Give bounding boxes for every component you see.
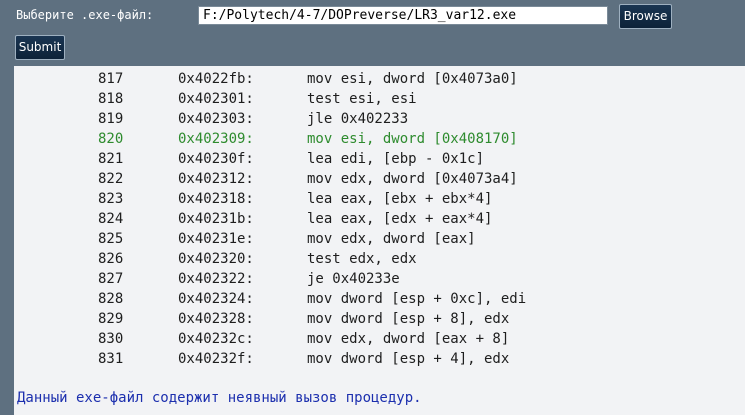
line-instruction: mov esi, dword [0x4073a0]: [307, 71, 518, 87]
code-line: 824 0x40231b: lea eax, [edx + eax*4]: [14, 209, 745, 229]
line-number: 822: [98, 171, 124, 187]
line-address: 0x40232c:: [178, 331, 254, 347]
line-address: 0x402301:: [178, 91, 254, 107]
code-line: 823 0x402318: lea eax, [ebx + ebx*4]: [14, 189, 745, 209]
line-number: 823: [98, 191, 124, 207]
line-instruction: mov edx, dword [0x4073a4]: [307, 171, 518, 187]
line-number: 830: [98, 331, 124, 347]
line-instruction: test esi, esi: [307, 91, 417, 107]
code-line: 825 0x40231e: mov edx, dword [eax]: [14, 229, 745, 249]
file-path-input[interactable]: [198, 6, 608, 25]
line-address: 0x402324:: [178, 291, 254, 307]
line-instruction: mov dword [esp + 8], edx: [307, 311, 510, 327]
line-address: 0x4022fb:: [178, 71, 254, 87]
code-line: 828 0x402324: mov dword [esp + 0xc], edi: [14, 289, 745, 309]
line-instruction: test edx, edx: [307, 251, 417, 267]
line-number: 820: [98, 131, 124, 147]
code-line: 830 0x40232c: mov edx, dword [eax + 8]: [14, 329, 745, 349]
line-instruction: mov dword [esp + 0xc], edi: [307, 291, 527, 307]
code-line: 822 0x402312: mov edx, dword [0x4073a4]: [14, 169, 745, 189]
code-line: 827 0x402322: je 0x40233e: [14, 269, 745, 289]
line-number: 827: [98, 271, 124, 287]
line-address: 0x402303:: [178, 111, 254, 127]
code-line: 829 0x402328: mov dword [esp + 8], edx: [14, 309, 745, 329]
line-address: 0x40232f:: [178, 351, 254, 367]
line-number: 826: [98, 251, 124, 267]
line-number: 819: [98, 111, 124, 127]
line-address: 0x402320:: [178, 251, 254, 267]
line-number: 831: [98, 351, 124, 367]
code-line: 826 0x402320: test edx, edx: [14, 249, 745, 269]
line-number: 828: [98, 291, 124, 307]
code-line: 819 0x402303: jle 0x402233: [14, 109, 745, 129]
line-instruction: jle 0x402233: [307, 111, 409, 127]
line-instruction: lea eax, [edx + eax*4]: [307, 211, 493, 227]
line-address: 0x40231e:: [178, 231, 254, 247]
code-line: 820 0x402309: mov esi, dword [0x408170]: [14, 129, 745, 149]
code-line: 831 0x40232f: mov dword [esp + 4], edx: [14, 349, 745, 369]
result-message: Данный exe-файл содержит неявный вызов п…: [17, 390, 422, 406]
line-number: 829: [98, 311, 124, 327]
line-number: 824: [98, 211, 124, 227]
line-instruction: je 0x40233e: [307, 271, 400, 287]
line-instruction: mov esi, dword [0x408170]: [307, 131, 518, 147]
line-instruction: mov edx, dword [eax]: [307, 231, 476, 247]
line-address: 0x402309:: [178, 131, 254, 147]
code-line: 817 0x4022fb: mov esi, dword [0x4073a0]: [14, 69, 745, 89]
line-number: 821: [98, 151, 124, 167]
line-instruction: lea edi, [ebp - 0x1c]: [307, 151, 485, 167]
file-select-form: Выберите .exe-файл: Browse: [0, 0, 745, 34]
code-line: 818 0x402301: test esi, esi: [14, 89, 745, 109]
line-instruction: mov dword [esp + 4], edx: [307, 351, 510, 367]
line-number: 817: [98, 71, 124, 87]
submit-button[interactable]: Submit: [15, 35, 65, 60]
line-address: 0x402312:: [178, 171, 254, 187]
file-select-label: Выберите .exe-файл:: [16, 8, 154, 22]
disassembly-panel: 817 0x4022fb: mov esi, dword [0x4073a0] 818…: [14, 66, 745, 415]
line-address: 0x40231b:: [178, 211, 254, 227]
line-instruction: mov edx, dword [eax + 8]: [307, 331, 510, 347]
browse-button[interactable]: Browse: [619, 4, 672, 29]
line-address: 0x402322:: [178, 271, 254, 287]
line-number: 818: [98, 91, 124, 107]
line-instruction: lea eax, [ebx + ebx*4]: [307, 191, 493, 207]
code-line: 821 0x40230f: lea edi, [ebp - 0x1c]: [14, 149, 745, 169]
line-address: 0x40230f:: [178, 151, 254, 167]
line-address: 0x402328:: [178, 311, 254, 327]
line-number: 825: [98, 231, 124, 247]
line-address: 0x402318:: [178, 191, 254, 207]
